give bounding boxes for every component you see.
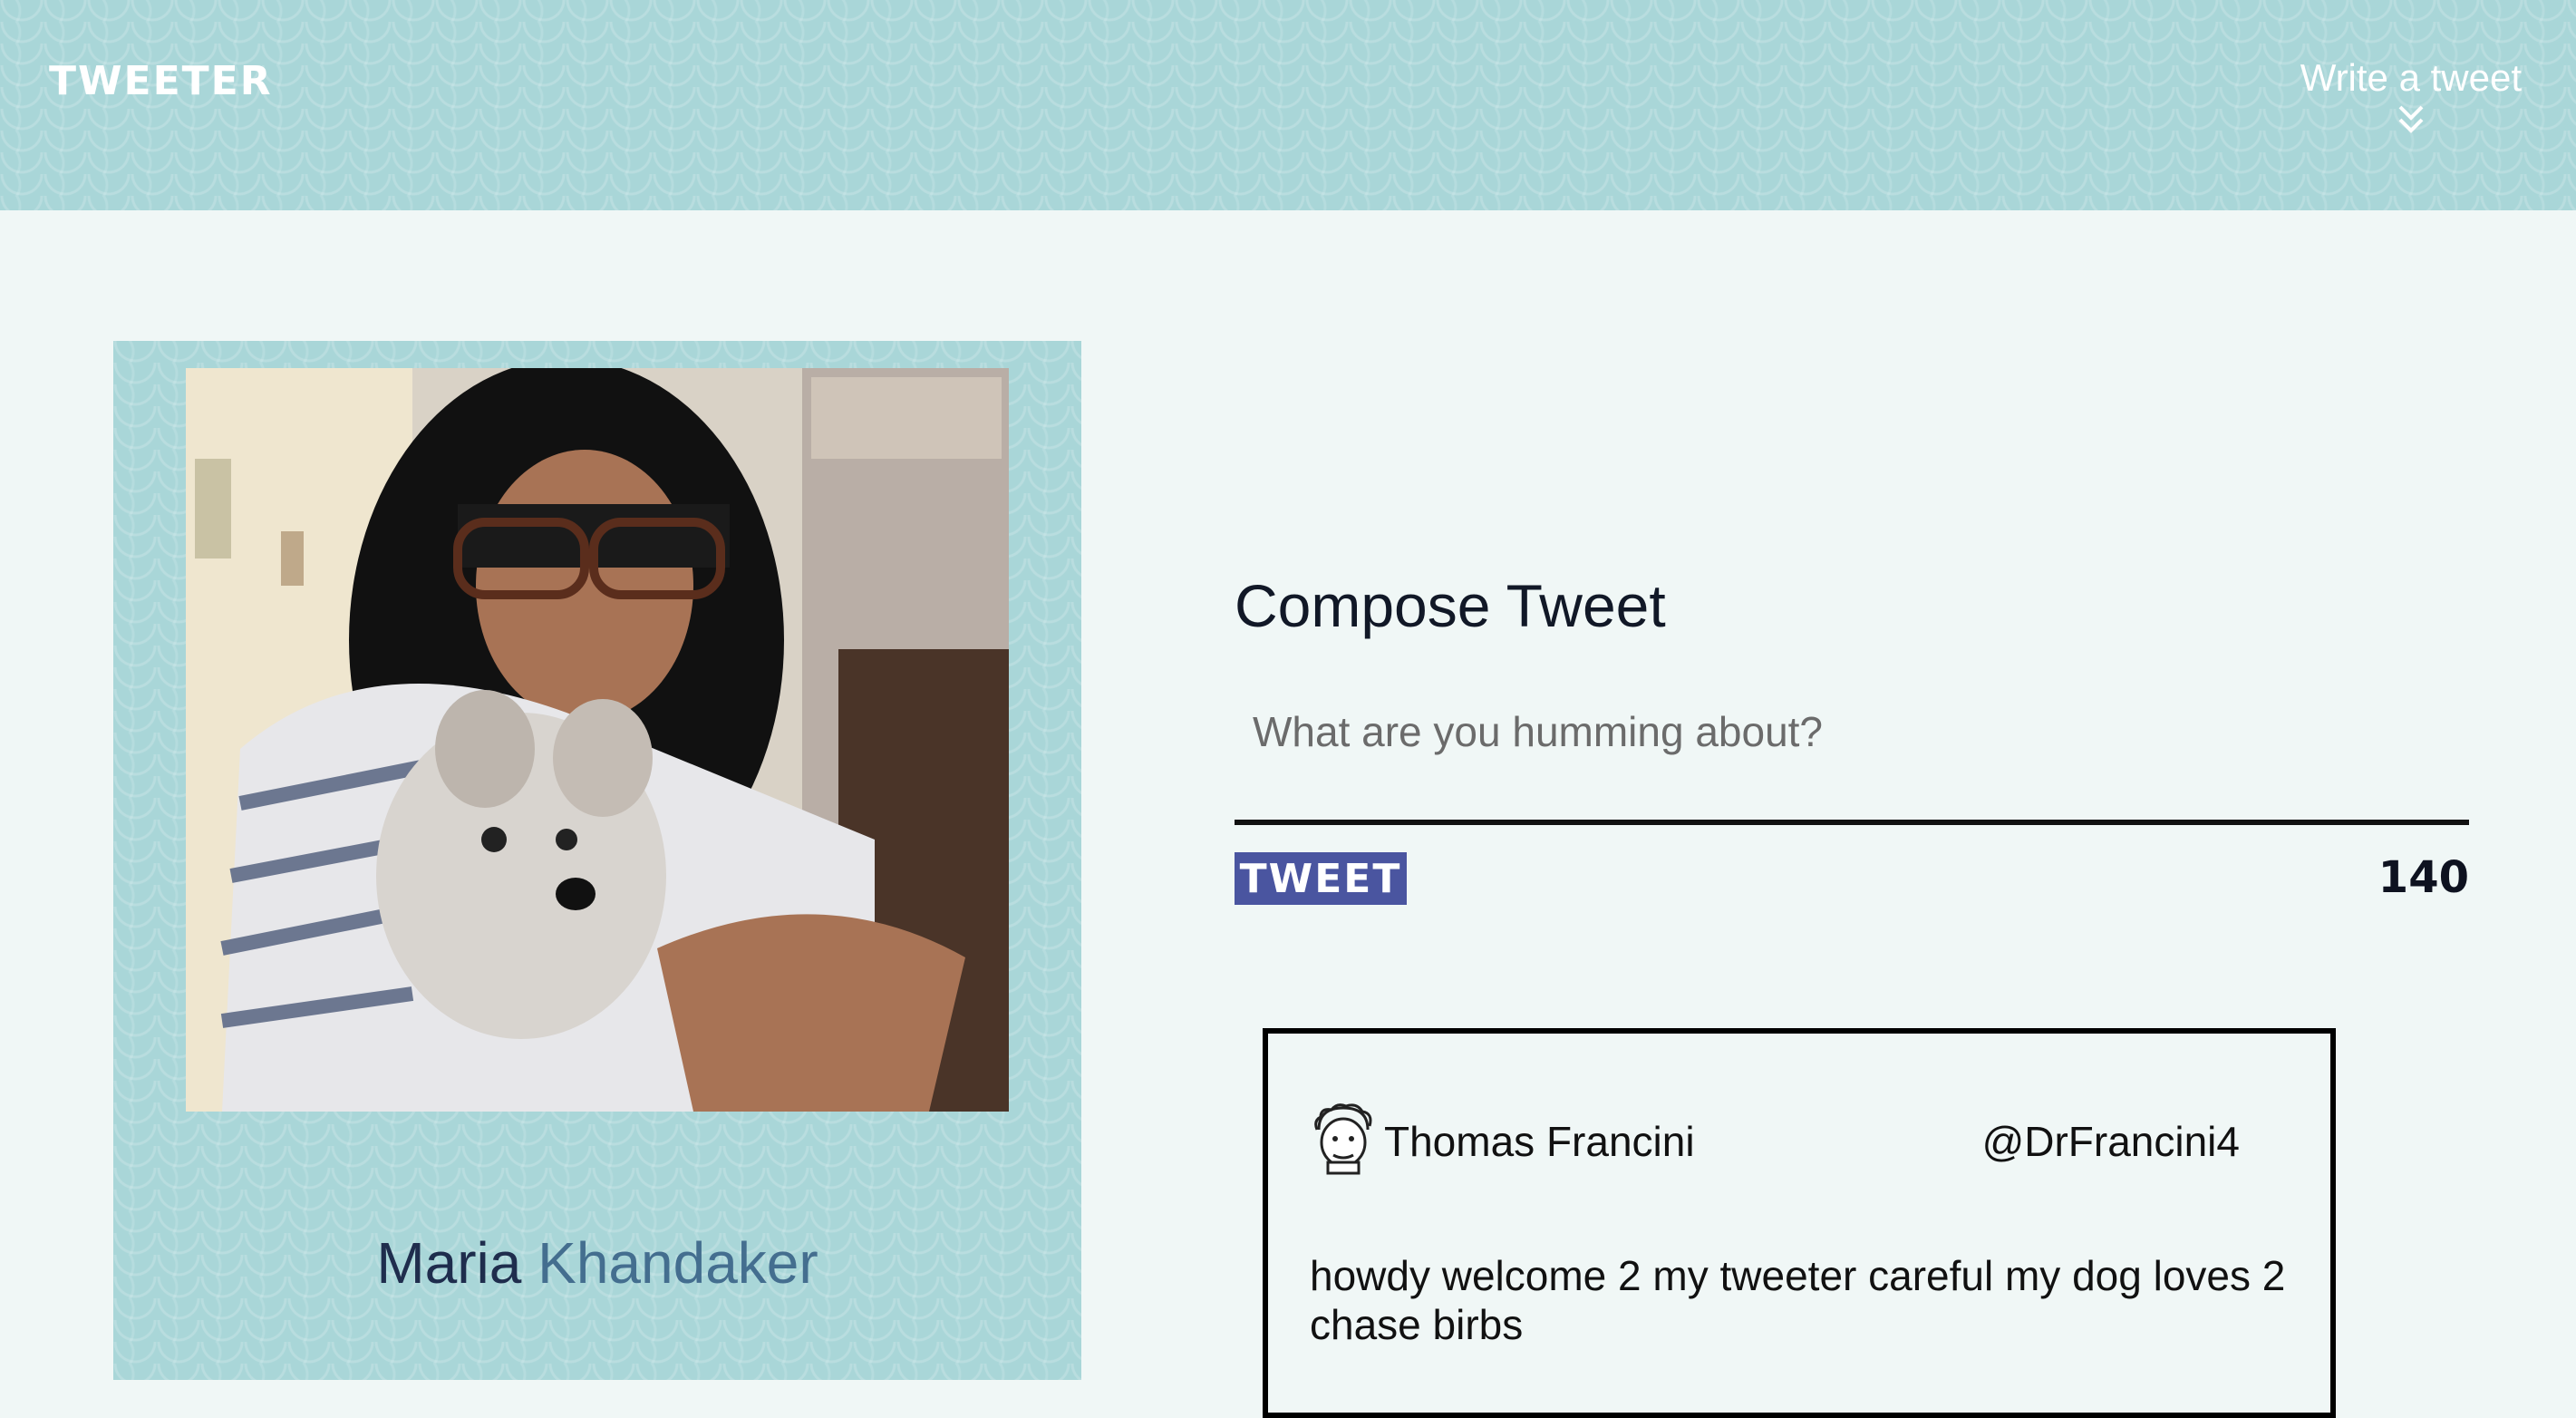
cartoon-face-avatar-icon <box>1314 1103 1372 1175</box>
compose-section: Compose Tweet TWEET 140 <box>1235 571 2469 905</box>
profile-name: Maria Khandaker <box>113 1229 1081 1297</box>
profile-last-name: Khandaker <box>537 1230 818 1296</box>
top-nav: TWEETER Write a tweet <box>0 0 2576 210</box>
character-counter: 140 <box>2377 852 2469 903</box>
tweet-input[interactable] <box>1235 698 2469 825</box>
profile-card: Maria Khandaker <box>113 341 1081 1380</box>
compose-title: Compose Tweet <box>1235 572 1666 639</box>
write-tweet-link[interactable]: Write a tweet <box>2300 56 2522 136</box>
user-photo-illustration <box>186 368 1009 1112</box>
tweet-text: howdy welcome 2 my tweeter careful my do… <box>1310 1252 2286 1348</box>
tweet-author-name: Thomas Francini <box>1384 1118 1695 1165</box>
double-chevron-down-icon <box>2398 105 2424 133</box>
profile-first-name: Maria <box>376 1230 522 1296</box>
write-tweet-label: Write a tweet <box>2300 56 2522 99</box>
brand-logo[interactable]: TWEETER <box>49 58 273 104</box>
user-photo <box>186 368 1009 1112</box>
tweet-button[interactable]: TWEET <box>1235 852 1407 905</box>
tweet-card: Thomas Francini @DrFrancini4 howdy welco… <box>1263 1028 2336 1418</box>
tweet-author-handle: @DrFrancini4 <box>1981 1118 2240 1165</box>
